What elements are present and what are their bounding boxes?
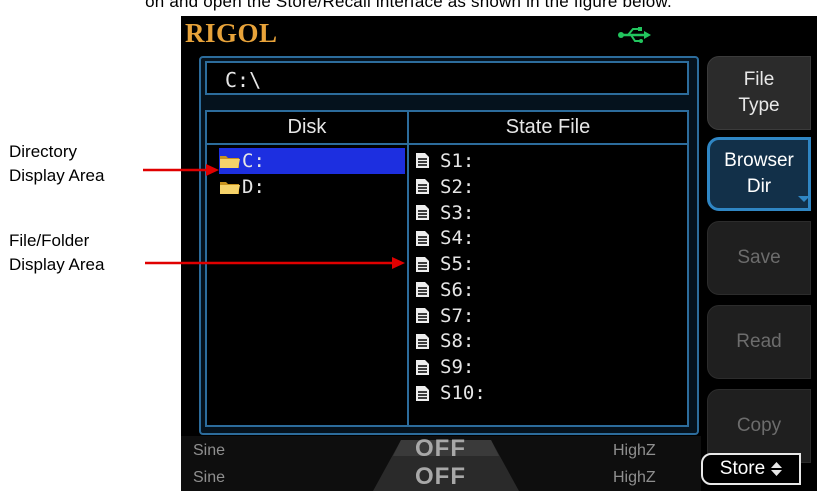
document-icon — [416, 153, 429, 169]
current-path: C:\ — [225, 68, 262, 92]
disk-column-header: Disk — [287, 116, 327, 138]
file-item[interactable]: S1: — [415, 148, 685, 174]
file-item[interactable]: S5: — [415, 251, 685, 277]
softkey-copy[interactable]: Copy — [707, 389, 811, 463]
softkey-label-line1: Browser — [724, 150, 794, 171]
page-caption: on and open the Store/Recall interface a… — [145, 0, 672, 11]
document-icon — [416, 308, 429, 324]
store-label: Store — [719, 458, 766, 479]
ch2-load: HighZ — [613, 469, 656, 486]
softkey-file-type[interactable]: File Type — [707, 56, 811, 130]
softkey-label: Read — [736, 331, 782, 352]
file-item[interactable]: S7: — [415, 303, 685, 329]
channel-status-bar: Sine Sine OFF OFF HighZ HighZ — [181, 435, 701, 491]
file-label: S1: — [440, 149, 475, 172]
file-label: S3: — [440, 201, 475, 224]
disk-label: C: — [242, 150, 265, 172]
state-file-column-header: State File — [505, 116, 591, 138]
file-label: S7: — [440, 304, 475, 327]
file-label: S2: — [440, 175, 475, 198]
directory-callout-line1: Directory — [9, 142, 78, 161]
file-folder-callout-line1: File/Folder — [9, 231, 90, 250]
document-icon — [416, 359, 429, 375]
file-folder-callout-line2: Display Area — [9, 255, 105, 274]
file-browser: Disk State File C: D: S1: S2: S3: S4: S5… — [205, 110, 689, 427]
softkey-label-line2: Dir — [746, 176, 772, 197]
softkey-save[interactable]: Save — [707, 221, 811, 295]
softkey-browser[interactable]: Browser Dir — [707, 137, 811, 211]
file-item[interactable]: S2: — [415, 174, 685, 200]
file-label: S5: — [440, 253, 475, 276]
disk-label: D: — [242, 176, 265, 198]
directory-callout-line2: Display Area — [9, 166, 105, 185]
file-folder-display-area: S1: S2: S3: S4: S5: S6: S7: S8: S9: S10: — [415, 148, 685, 406]
rigol-logo: RIGOL — [185, 18, 278, 48]
document-icon — [416, 204, 429, 220]
file-item[interactable]: S6: — [415, 277, 685, 303]
folder-icon — [220, 156, 240, 168]
document-icon — [416, 230, 429, 246]
path-bar: C:\ — [205, 61, 689, 95]
disk-item-d[interactable]: D: — [219, 174, 405, 200]
header-divider — [207, 143, 687, 145]
document-icon — [416, 333, 429, 349]
document-icon — [416, 385, 429, 401]
file-folder-callout: File/Folder Display Area — [9, 229, 104, 277]
softkey-read[interactable]: Read — [707, 305, 811, 379]
ch1-waveform: Sine — [193, 442, 226, 459]
file-item[interactable]: S9: — [415, 354, 685, 380]
document-icon — [416, 256, 429, 272]
ch2-output-state[interactable]: OFF — [415, 463, 466, 491]
usb-icon — [618, 27, 651, 43]
file-label: S9: — [440, 356, 475, 379]
up-down-arrow-icon — [771, 462, 783, 476]
softkey-label: Save — [737, 247, 781, 268]
file-label: S10: — [440, 382, 486, 405]
ch1-load: HighZ — [613, 442, 656, 459]
file-item[interactable]: S10: — [415, 380, 685, 406]
directory-callout: Directory Display Area — [9, 140, 104, 188]
submenu-indicator-icon — [798, 196, 810, 202]
store-recall-panel: C:\ Disk State File C: D: S1: S2: S3: S4… — [199, 56, 699, 435]
disk-item-c[interactable]: C: — [219, 148, 405, 174]
file-label: S4: — [440, 227, 475, 250]
document-icon — [416, 282, 429, 298]
file-item[interactable]: S8: — [415, 329, 685, 355]
instrument-screen: RIGOL C:\ Disk State File C: D: S1: S2: … — [181, 16, 817, 491]
folder-icon — [220, 182, 240, 194]
softkey-label: Copy — [736, 415, 782, 436]
store-menu-key[interactable]: Store — [701, 453, 801, 485]
ch2-waveform: Sine — [193, 469, 226, 486]
column-divider — [407, 112, 409, 425]
file-item[interactable]: S3: — [415, 200, 685, 226]
directory-display-area: C: D: — [219, 148, 405, 200]
document-icon — [416, 179, 429, 195]
file-label: S8: — [440, 330, 475, 353]
softkey-menu: File Type Browser Dir Save Read Copy — [707, 56, 817, 491]
softkey-label-line1: File — [743, 69, 775, 90]
softkey-label-line2: Type — [738, 95, 780, 116]
ch1-output-state[interactable]: OFF — [415, 435, 466, 463]
file-item[interactable]: S4: — [415, 225, 685, 251]
file-label: S6: — [440, 278, 475, 301]
